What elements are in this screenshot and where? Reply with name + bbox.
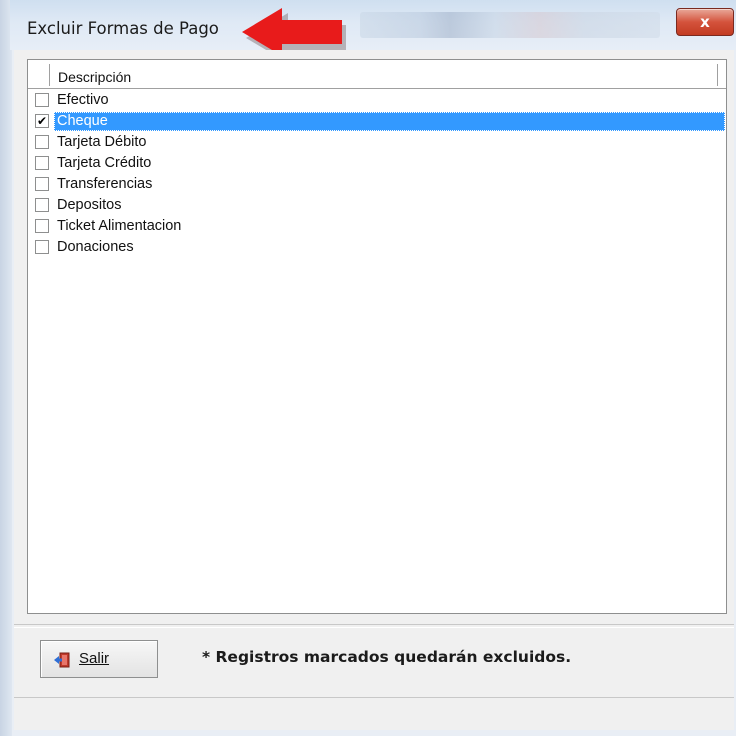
window-title: Excluir Formas de Pago (27, 19, 219, 38)
dialog-client-area: Descripción Efectivo ✔ Cheque Tarjeta Dé… (14, 50, 734, 730)
list-item[interactable]: Efectivo (28, 90, 726, 111)
footer-divider (14, 624, 734, 628)
row-checkbox[interactable] (35, 135, 49, 149)
status-bar (14, 697, 734, 728)
title-bar[interactable]: Excluir Formas de Pago x (10, 0, 736, 62)
close-button[interactable]: x (676, 8, 734, 36)
list-item[interactable]: Ticket Alimentacion (28, 216, 726, 237)
row-label: Transferencias (57, 176, 153, 192)
row-label: Ticket Alimentacion (57, 218, 182, 234)
background-toolbar-blur (360, 12, 660, 38)
list-item[interactable]: Transferencias (28, 174, 726, 195)
window-left-border (0, 0, 12, 736)
row-checkbox[interactable]: ✔ (35, 114, 49, 128)
salir-button-label: Salir (79, 650, 110, 667)
row-checkbox[interactable] (35, 198, 49, 212)
row-label: Tarjeta Débito (57, 134, 147, 150)
list-item[interactable]: ✔ Cheque (28, 111, 726, 132)
excluded-records-note: * Registros marcados quedarán excluidos. (202, 648, 572, 666)
row-label: Efectivo (57, 92, 109, 108)
row-checkbox[interactable] (35, 93, 49, 107)
list-item[interactable]: Depositos (28, 195, 726, 216)
exit-door-icon (54, 652, 70, 668)
column-header-descripcion[interactable]: Descripción (58, 69, 131, 85)
row-label: Depositos (57, 197, 122, 213)
list-item[interactable]: Tarjeta Crédito (28, 153, 726, 174)
list-rows: Efectivo ✔ Cheque Tarjeta Débito Tarjeta… (28, 90, 726, 258)
row-label: Tarjeta Crédito (57, 155, 152, 171)
row-label: Cheque (54, 112, 725, 131)
row-checkbox[interactable] (35, 219, 49, 233)
list-item[interactable]: Tarjeta Débito (28, 132, 726, 153)
row-checkbox[interactable] (35, 240, 49, 254)
list-header: Descripción (28, 60, 726, 89)
header-separator (49, 64, 50, 86)
row-label: Donaciones (57, 239, 134, 255)
salir-button[interactable]: Salir (40, 640, 158, 678)
header-separator (717, 64, 718, 86)
dialog-window: Excluir Formas de Pago x Descripción Efe… (0, 0, 736, 736)
row-checkbox[interactable] (35, 177, 49, 191)
list-item[interactable]: Donaciones (28, 237, 726, 258)
row-checkbox[interactable] (35, 156, 49, 170)
payment-methods-list[interactable]: Descripción Efectivo ✔ Cheque Tarjeta Dé… (27, 59, 727, 614)
